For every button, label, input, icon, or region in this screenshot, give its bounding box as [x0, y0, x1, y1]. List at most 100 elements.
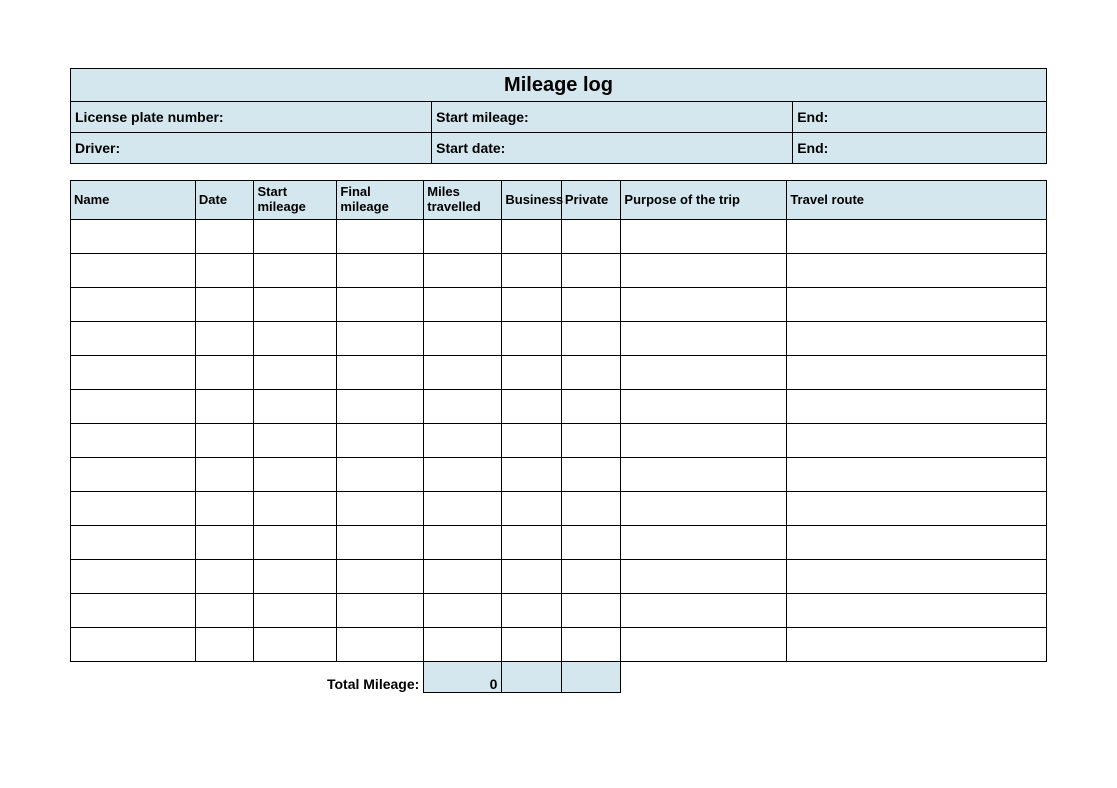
data-cell[interactable] — [561, 288, 621, 322]
data-cell[interactable] — [621, 288, 787, 322]
data-cell[interactable] — [787, 322, 1047, 356]
data-cell[interactable] — [787, 594, 1047, 628]
data-cell[interactable] — [787, 254, 1047, 288]
data-cell[interactable] — [621, 424, 787, 458]
data-cell[interactable] — [424, 220, 502, 254]
data-cell[interactable] — [195, 390, 254, 424]
data-cell[interactable] — [254, 560, 337, 594]
data-cell[interactable] — [502, 220, 562, 254]
data-cell[interactable] — [71, 594, 196, 628]
data-cell[interactable] — [195, 220, 254, 254]
data-cell[interactable] — [71, 424, 196, 458]
data-cell[interactable] — [71, 526, 196, 560]
data-cell[interactable] — [71, 628, 196, 662]
data-cell[interactable] — [787, 288, 1047, 322]
data-cell[interactable] — [71, 254, 196, 288]
data-cell[interactable] — [787, 492, 1047, 526]
data-cell[interactable] — [195, 288, 254, 322]
data-cell[interactable] — [424, 390, 502, 424]
data-cell[interactable] — [195, 628, 254, 662]
data-cell[interactable] — [71, 356, 196, 390]
data-cell[interactable] — [502, 356, 562, 390]
data-cell[interactable] — [424, 254, 502, 288]
data-cell[interactable] — [561, 356, 621, 390]
data-cell[interactable] — [502, 458, 562, 492]
data-cell[interactable] — [621, 356, 787, 390]
data-cell[interactable] — [502, 322, 562, 356]
data-cell[interactable] — [337, 356, 424, 390]
data-cell[interactable] — [502, 288, 562, 322]
data-cell[interactable] — [71, 220, 196, 254]
data-cell[interactable] — [502, 492, 562, 526]
data-cell[interactable] — [621, 322, 787, 356]
data-cell[interactable] — [787, 628, 1047, 662]
data-cell[interactable] — [502, 424, 562, 458]
data-cell[interactable] — [254, 254, 337, 288]
data-cell[interactable] — [502, 628, 562, 662]
data-cell[interactable] — [424, 322, 502, 356]
data-cell[interactable] — [195, 322, 254, 356]
data-cell[interactable] — [621, 628, 787, 662]
data-cell[interactable] — [561, 458, 621, 492]
data-cell[interactable] — [195, 594, 254, 628]
data-cell[interactable] — [787, 356, 1047, 390]
data-cell[interactable] — [254, 594, 337, 628]
data-cell[interactable] — [621, 492, 787, 526]
data-cell[interactable] — [621, 526, 787, 560]
data-cell[interactable] — [787, 560, 1047, 594]
data-cell[interactable] — [337, 560, 424, 594]
data-cell[interactable] — [337, 492, 424, 526]
data-cell[interactable] — [561, 594, 621, 628]
data-cell[interactable] — [195, 424, 254, 458]
data-cell[interactable] — [561, 560, 621, 594]
data-cell[interactable] — [337, 254, 424, 288]
data-cell[interactable] — [502, 594, 562, 628]
data-cell[interactable] — [337, 220, 424, 254]
data-cell[interactable] — [71, 390, 196, 424]
data-cell[interactable] — [254, 220, 337, 254]
data-cell[interactable] — [621, 390, 787, 424]
data-cell[interactable] — [561, 390, 621, 424]
data-cell[interactable] — [254, 526, 337, 560]
data-cell[interactable] — [502, 560, 562, 594]
data-cell[interactable] — [424, 492, 502, 526]
data-cell[interactable] — [195, 254, 254, 288]
data-cell[interactable] — [71, 560, 196, 594]
data-cell[interactable] — [502, 390, 562, 424]
data-cell[interactable] — [254, 288, 337, 322]
data-cell[interactable] — [254, 458, 337, 492]
data-cell[interactable] — [71, 492, 196, 526]
data-cell[interactable] — [337, 288, 424, 322]
data-cell[interactable] — [337, 458, 424, 492]
data-cell[interactable] — [195, 356, 254, 390]
data-cell[interactable] — [71, 288, 196, 322]
data-cell[interactable] — [424, 526, 502, 560]
data-cell[interactable] — [71, 322, 196, 356]
data-cell[interactable] — [254, 322, 337, 356]
data-cell[interactable] — [71, 458, 196, 492]
data-cell[interactable] — [254, 492, 337, 526]
data-cell[interactable] — [424, 560, 502, 594]
data-cell[interactable] — [254, 628, 337, 662]
data-cell[interactable] — [195, 560, 254, 594]
data-cell[interactable] — [621, 560, 787, 594]
data-cell[interactable] — [561, 628, 621, 662]
data-cell[interactable] — [337, 594, 424, 628]
data-cell[interactable] — [195, 458, 254, 492]
data-cell[interactable] — [787, 458, 1047, 492]
data-cell[interactable] — [787, 220, 1047, 254]
data-cell[interactable] — [195, 526, 254, 560]
data-cell[interactable] — [787, 526, 1047, 560]
data-cell[interactable] — [424, 458, 502, 492]
data-cell[interactable] — [337, 322, 424, 356]
data-cell[interactable] — [254, 356, 337, 390]
data-cell[interactable] — [787, 424, 1047, 458]
data-cell[interactable] — [621, 220, 787, 254]
data-cell[interactable] — [561, 492, 621, 526]
data-cell[interactable] — [254, 424, 337, 458]
data-cell[interactable] — [502, 254, 562, 288]
data-cell[interactable] — [621, 254, 787, 288]
data-cell[interactable] — [787, 390, 1047, 424]
data-cell[interactable] — [337, 526, 424, 560]
data-cell[interactable] — [561, 254, 621, 288]
